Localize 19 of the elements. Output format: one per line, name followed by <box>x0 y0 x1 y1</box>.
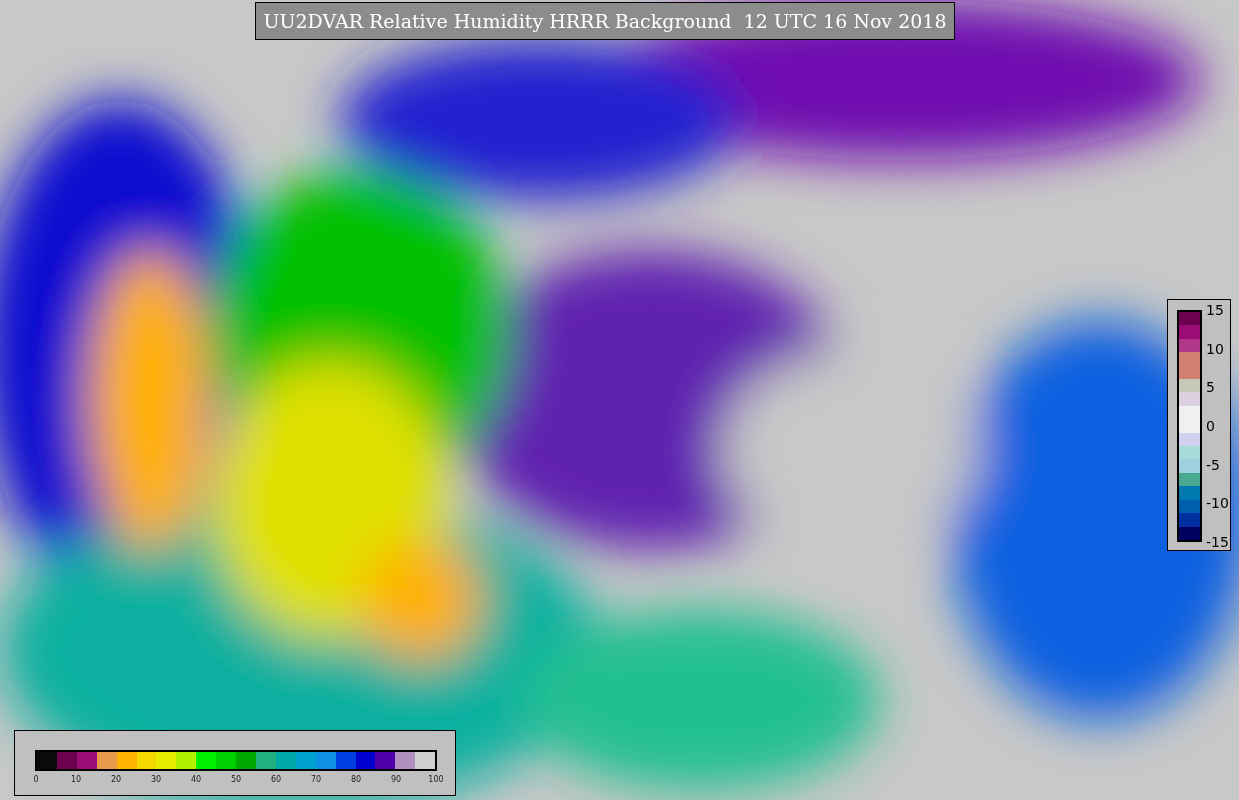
tick-label: 5 <box>1206 379 1215 396</box>
tick-label: 30 <box>150 774 162 786</box>
tick-label: 0 <box>33 774 39 786</box>
tick-label: 50 <box>230 774 242 786</box>
tick-label: 0 <box>1206 418 1215 434</box>
map-title: UU2DVAR Relative Humidity HRRR Background 12 UTC 16 Nov 2018 <box>255 2 955 40</box>
tick-label: 60 <box>270 774 282 786</box>
tick-label: 100 <box>428 774 444 786</box>
tick-label: 20 <box>110 774 122 786</box>
tick-label: 70 <box>310 774 322 786</box>
tick-label: 10 <box>1206 340 1224 357</box>
tick-label: 40 <box>190 774 202 786</box>
tick-label: -5 <box>1206 456 1220 473</box>
tick-label: 80 <box>350 774 362 786</box>
tick-label: 10 <box>70 774 82 786</box>
tick-label: -15 <box>1206 534 1229 550</box>
tick-label: -10 <box>1206 495 1229 512</box>
tick-label: 90 <box>390 774 402 786</box>
tick-label: 15 <box>1206 302 1224 318</box>
